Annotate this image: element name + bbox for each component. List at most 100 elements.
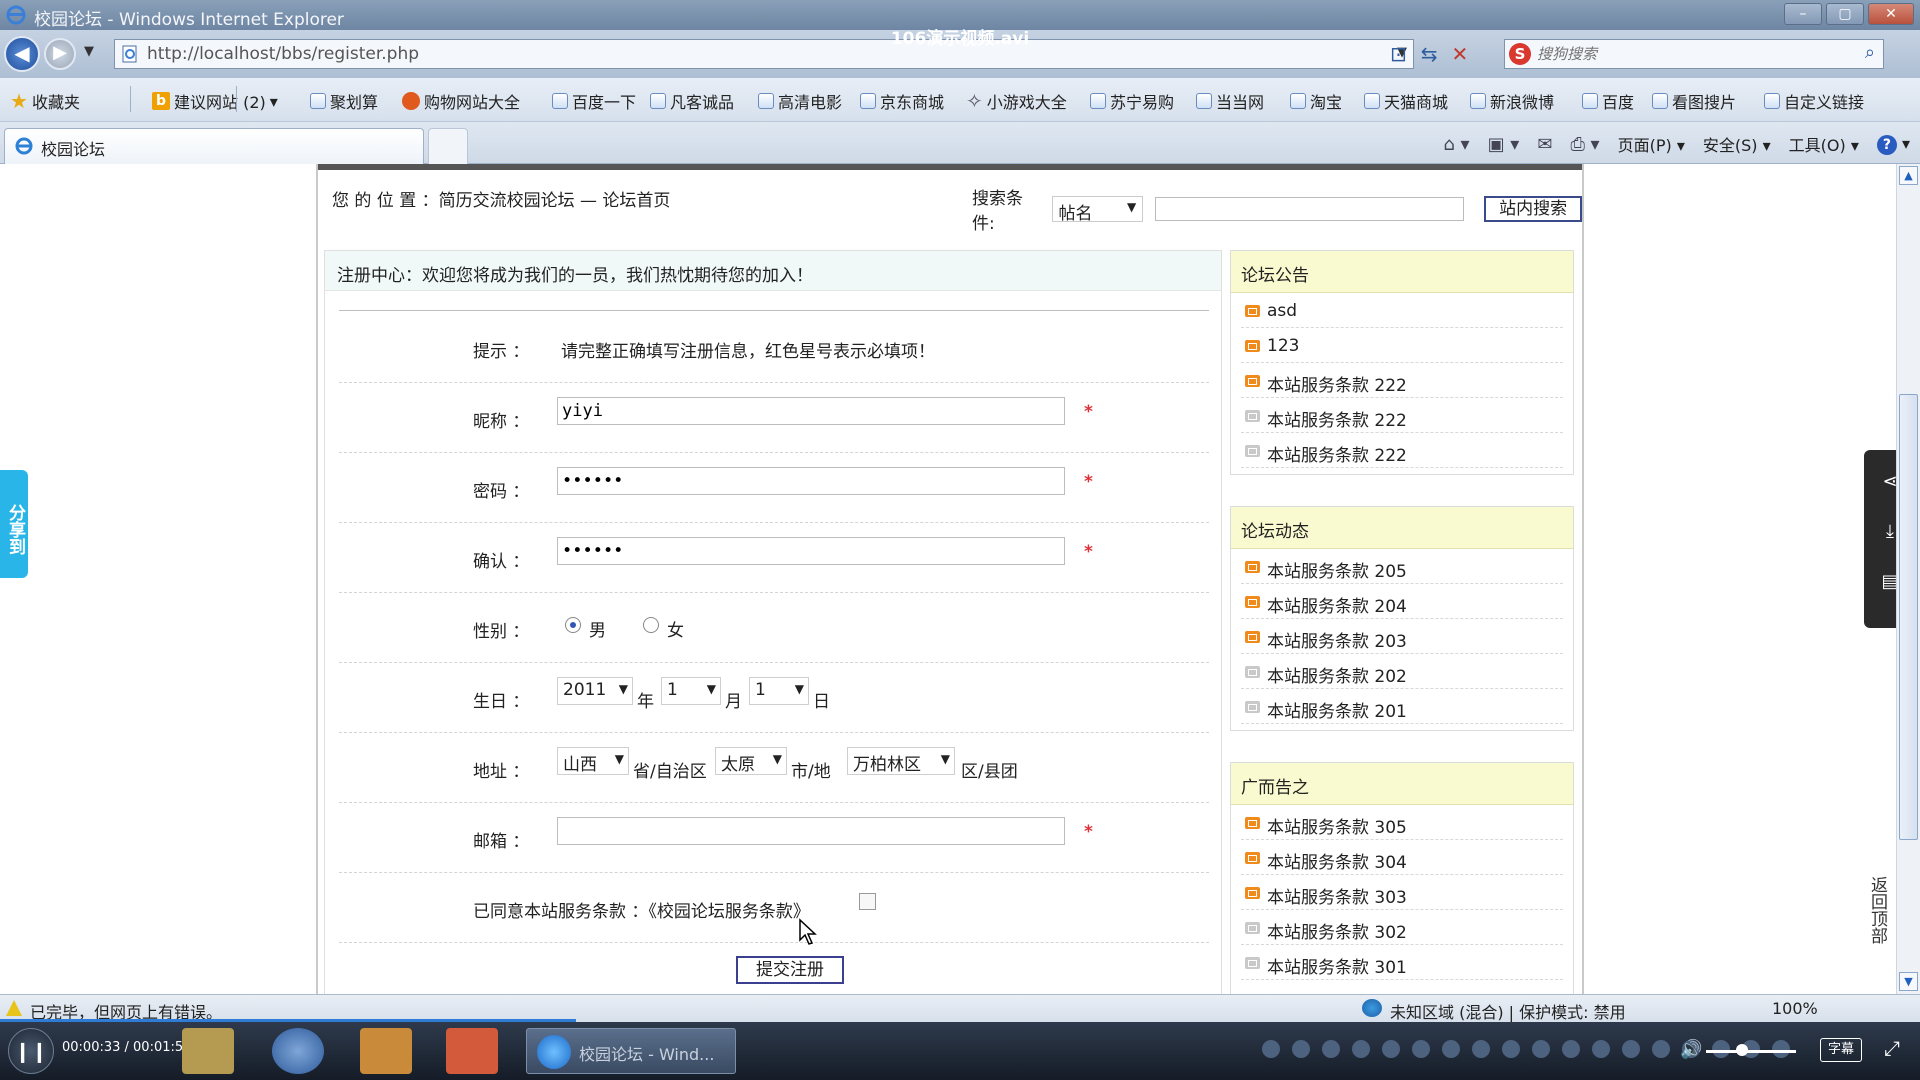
search-condition-select[interactable]: 帖名 ▼	[1051, 196, 1144, 224]
list-item[interactable]: 本站服务条款 203	[1241, 619, 1563, 654]
vertical-scrollbar[interactable]: ▲ ▼	[1896, 164, 1920, 994]
home-icon[interactable]: ⌂ ▾	[1443, 134, 1469, 155]
feeds-icon[interactable]: ▣ ▾	[1488, 134, 1520, 155]
volume-icon[interactable]: 🔊	[1680, 1039, 1702, 1060]
warning-icon[interactable]	[6, 1000, 22, 1016]
scroll-down-icon[interactable]: ▼	[1899, 972, 1918, 991]
tray-icon[interactable]	[1262, 1040, 1280, 1058]
birth-day-select[interactable]: 1 ▼	[749, 677, 809, 705]
mail-icon[interactable]: ✉	[1537, 134, 1552, 155]
tray-icon[interactable]	[1772, 1040, 1790, 1058]
tray-icon[interactable]	[1532, 1040, 1550, 1058]
list-item[interactable]: 本站服务条款 305	[1241, 805, 1563, 840]
favorite-link[interactable]: 百度一下	[552, 89, 636, 113]
page-menu[interactable]: 页面(P) ▾	[1618, 132, 1685, 156]
favorite-link[interactable]: 天猫商城	[1364, 89, 1448, 113]
close-button[interactable]: ✕	[1868, 3, 1914, 25]
list-item[interactable]: asd	[1241, 293, 1563, 328]
sogou-icon[interactable]	[272, 1028, 324, 1074]
favorite-link[interactable]: 苏宁易购	[1090, 89, 1174, 113]
list-item[interactable]: 本站服务条款 202	[1241, 654, 1563, 689]
package-icon[interactable]	[360, 1028, 412, 1074]
list-item[interactable]: 本站服务条款 301	[1241, 945, 1563, 980]
tray-icon[interactable]	[1352, 1040, 1370, 1058]
back-to-top-link[interactable]: 返回顶部	[1866, 876, 1890, 944]
tray-icon[interactable]	[1652, 1040, 1670, 1058]
gender-male-radio[interactable]	[565, 617, 581, 633]
nickname-input[interactable]	[557, 397, 1065, 425]
favorite-link[interactable]: 凡客诚品	[650, 89, 734, 113]
favorite-link[interactable]: 自定义链接	[1764, 89, 1864, 113]
site-search-button[interactable]: 站内搜索	[1484, 196, 1582, 222]
page-icon	[860, 93, 876, 109]
zoom-level[interactable]: 100%	[1772, 999, 1818, 1018]
list-item-label: 本站服务条款 205	[1267, 562, 1407, 582]
volume-knob[interactable]	[1736, 1044, 1748, 1056]
tray-icon[interactable]	[1472, 1040, 1490, 1058]
list-item[interactable]: 本站服务条款 304	[1241, 840, 1563, 875]
print-icon[interactable]: ⎙ ▾	[1570, 134, 1599, 155]
game-icon[interactable]	[446, 1028, 498, 1074]
tray-icon[interactable]	[1412, 1040, 1430, 1058]
favorite-link[interactable]: 新浪微博	[1470, 89, 1554, 113]
gender-female-radio[interactable]	[643, 617, 659, 633]
tray-icon[interactable]	[1442, 1040, 1460, 1058]
birth-year-select[interactable]: 2011 ▼	[557, 677, 633, 705]
terms-checkbox[interactable]	[859, 893, 876, 910]
tray-icon[interactable]	[1322, 1040, 1340, 1058]
scroll-thumb[interactable]	[1899, 394, 1918, 840]
province-select[interactable]: 山西 ▼	[557, 747, 629, 775]
taskbar-ie-window[interactable]: 校园论坛 - Wind...	[526, 1028, 736, 1074]
tools-menu[interactable]: 工具(O) ▾	[1789, 132, 1859, 156]
favorite-link[interactable]: 淘宝	[1290, 89, 1342, 113]
volume-slider[interactable]	[1706, 1050, 1796, 1053]
file-explorer-icon[interactable]	[182, 1028, 234, 1074]
favorite-link[interactable]: 当当网	[1196, 89, 1264, 113]
site-search-input[interactable]	[1155, 197, 1465, 221]
maximize-button[interactable]: ▢	[1826, 3, 1864, 25]
birth-month-select[interactable]: 1 ▼	[661, 677, 721, 705]
favorite-link[interactable]: 看图搜片	[1652, 89, 1736, 113]
submit-register-button[interactable]: 提交注册	[736, 956, 844, 984]
share-tab[interactable]: 分享到	[0, 470, 28, 578]
favorite-link[interactable]: 高清电影	[758, 89, 842, 113]
pause-button[interactable]: ❙❙	[8, 1028, 54, 1074]
list-item[interactable]: 本站服务条款 222	[1241, 363, 1563, 398]
list-item[interactable]: 本站服务条款 204	[1241, 584, 1563, 619]
favorite-link[interactable]: 购物网站大全	[402, 89, 520, 113]
fullscreen-icon[interactable]: ⤢	[1884, 1036, 1900, 1060]
list-item[interactable]: 本站服务条款 222	[1241, 398, 1563, 433]
district-select[interactable]: 万柏林区 ▼	[847, 747, 955, 775]
tray-icon[interactable]	[1592, 1040, 1610, 1058]
tray-icon[interactable]	[1712, 1040, 1730, 1058]
list-item[interactable]: 本站服务条款 201	[1241, 689, 1563, 724]
favorite-link[interactable]: ★ 收藏夹	[10, 89, 80, 113]
tray-icon[interactable]	[1382, 1040, 1400, 1058]
tray-icon[interactable]	[1622, 1040, 1640, 1058]
password-input[interactable]	[557, 467, 1065, 495]
favorite-link[interactable]: ✧ 小游戏大全	[966, 89, 1067, 113]
confirm-password-input[interactable]	[557, 537, 1065, 565]
dynamics-title: 论坛动态	[1231, 507, 1573, 549]
list-item[interactable]: 123	[1241, 328, 1563, 363]
tray-icon[interactable]	[1292, 1040, 1310, 1058]
tray-icon[interactable]	[1562, 1040, 1580, 1058]
list-item[interactable]: 本站服务条款 303	[1241, 875, 1563, 910]
email-input[interactable]	[557, 817, 1065, 845]
city-select[interactable]: 太原 ▼	[715, 747, 787, 775]
new-tab-button[interactable]	[428, 128, 468, 164]
tray-icon[interactable]	[1502, 1040, 1520, 1058]
favorite-link[interactable]: 百度	[1582, 89, 1634, 113]
tab-campus-forum[interactable]: 校园论坛	[4, 128, 424, 164]
favorite-link[interactable]: 聚划算	[310, 89, 378, 113]
help-menu[interactable]: ? ▾	[1876, 134, 1910, 155]
minimize-button[interactable]: –	[1784, 3, 1822, 25]
list-item[interactable]: 本站服务条款 205	[1241, 549, 1563, 584]
list-item[interactable]: 本站服务条款 302	[1241, 910, 1563, 945]
subtitle-button[interactable]: 字幕	[1820, 1038, 1862, 1062]
favorite-link[interactable]: b 建议网站 (2) ▾	[152, 89, 278, 113]
list-item[interactable]: 本站服务条款 222	[1241, 433, 1563, 468]
scroll-up-icon[interactable]: ▲	[1899, 166, 1918, 185]
favorite-link[interactable]: 京东商城	[860, 89, 944, 113]
safety-menu[interactable]: 安全(S) ▾	[1703, 132, 1771, 156]
